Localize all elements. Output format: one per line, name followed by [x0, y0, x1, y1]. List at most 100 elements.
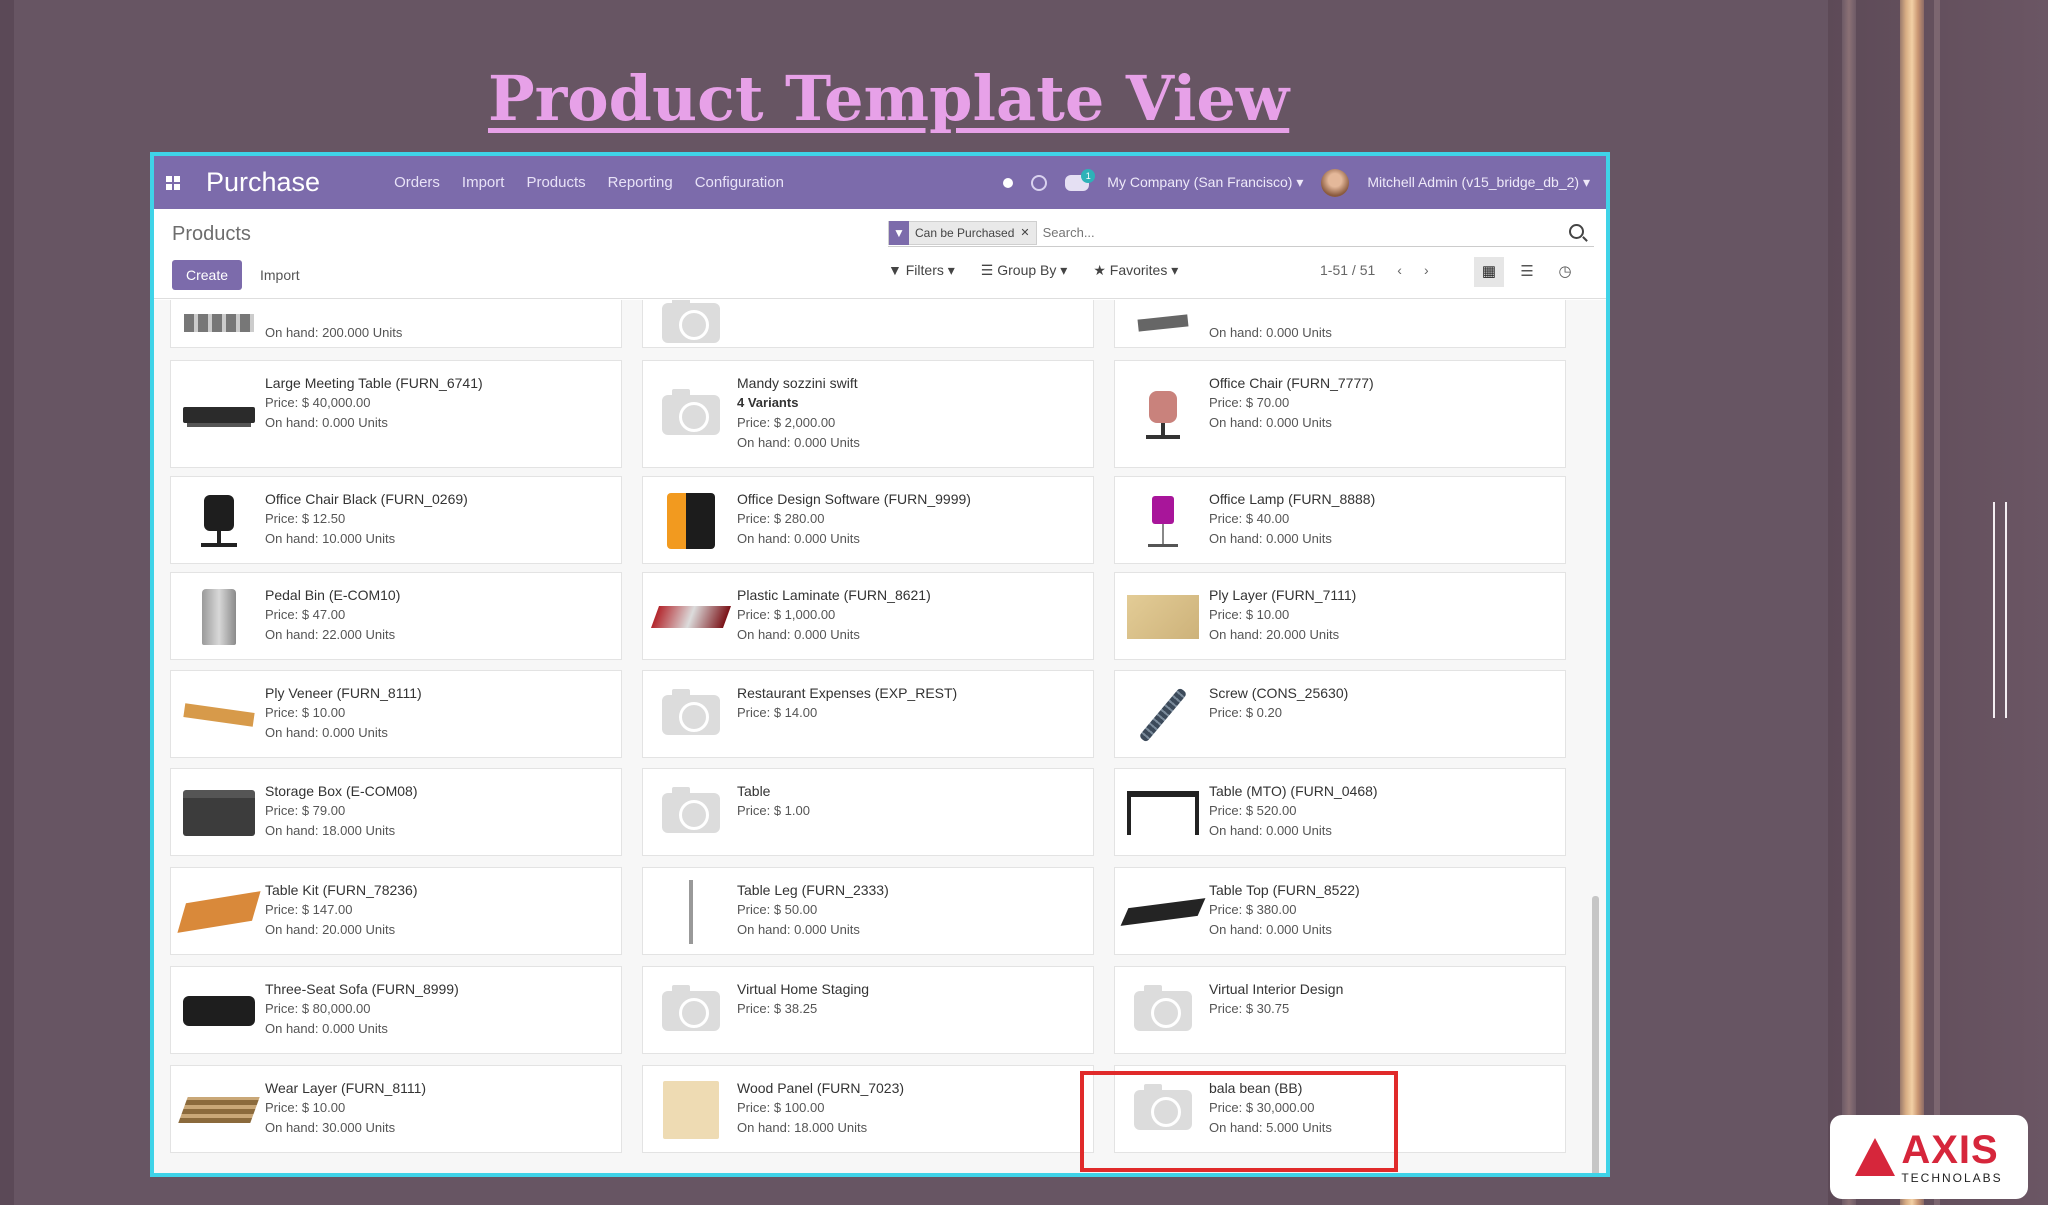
pager-previous-icon[interactable]: ‹: [1397, 262, 1402, 278]
search-facet[interactable]: ▼ Can be Purchased ✕: [888, 220, 1037, 245]
product-info: Mandy sozzini swift 4 Variants Price: $ 2,…: [737, 373, 1085, 453]
product-image: [1127, 685, 1199, 745]
product-card[interactable]: Virtual Interior Design Price: $ 30.75: [1114, 966, 1566, 1054]
kanban-view-icon[interactable]: ▦: [1474, 257, 1504, 287]
app-brand[interactable]: Purchase: [206, 167, 320, 198]
menu-import[interactable]: Import: [462, 174, 505, 191]
pager-next-icon[interactable]: ›: [1424, 262, 1429, 278]
product-info: Ply Layer (FURN_7111) Price: $ 10.00 On ha…: [1209, 585, 1557, 645]
pager-value[interactable]: 1-51 / 51: [1320, 262, 1375, 278]
menu-reporting[interactable]: Reporting: [608, 174, 673, 191]
product-card[interactable]: Ply Veneer (FURN_8111) Price: $ 10.00 On h…: [170, 670, 622, 758]
product-info: Table Kit (FURN_78236) Price: $ 147.00 On …: [265, 880, 613, 940]
product-card[interactable]: Screw (CONS_25630) Price: $ 0.20: [1114, 670, 1566, 758]
product-price: Price: $ 30.75: [1209, 1001, 1290, 1016]
company-name: My Company (San Francisco): [1107, 174, 1293, 190]
groupby-dropdown[interactable]: ☰ Group By ▾: [981, 262, 1068, 279]
menu-configuration[interactable]: Configuration: [695, 174, 784, 191]
product-card[interactable]: Table (MTO) (FURN_0468) Price: $ 520.00 On…: [1114, 768, 1566, 856]
activity-clock-icon[interactable]: [1031, 174, 1048, 191]
product-name: Restaurant Expenses (EXP_REST): [737, 685, 958, 701]
slide-decor-lines: [1993, 502, 2007, 718]
product-card[interactable]: [642, 300, 1094, 348]
highlight-box: [1080, 1071, 1398, 1172]
menu-products[interactable]: Products: [526, 174, 585, 191]
pager: 1-51 / 51 ‹ ›: [1320, 262, 1429, 278]
product-name: Office Lamp (FURN_8888): [1209, 491, 1376, 507]
product-card[interactable]: Pedal Bin (E-COM10) Price: $ 47.00 On hand…: [170, 572, 622, 660]
product-card[interactable]: Ply Layer (FURN_7111) Price: $ 10.00 On ha…: [1114, 572, 1566, 660]
product-info: Office Chair (FURN_7777) Price: $ 70.00 On…: [1209, 373, 1557, 433]
product-price: Price: $ 520.00: [1209, 803, 1297, 818]
product-info: Three-Seat Sofa (FURN_8999) Price: $ 80,0…: [265, 979, 613, 1039]
activity-view-icon[interactable]: ◷: [1550, 257, 1580, 287]
product-card[interactable]: Office Lamp (FURN_8888) Price: $ 40.00 On …: [1114, 476, 1566, 564]
user-avatar[interactable]: [1321, 168, 1350, 197]
scrollbar[interactable]: [1590, 316, 1600, 1173]
product-info: Restaurant Expenses (EXP_REST) Price: $ 1…: [737, 683, 1085, 723]
product-card[interactable]: Office Chair Black (FURN_0269) Price: $ 1…: [170, 476, 622, 564]
product-card[interactable]: Table Top (FURN_8522) Price: $ 380.00 On h…: [1114, 867, 1566, 955]
product-card[interactable]: Plastic Laminate (FURN_8621) Price: $ 1,0…: [642, 572, 1094, 660]
product-name: Three-Seat Sofa (FURN_8999): [265, 981, 459, 997]
import-button[interactable]: Import: [252, 260, 308, 290]
product-name: Storage Box (E-COM08): [265, 783, 418, 799]
company-switcher[interactable]: My Company (San Francisco) ▾: [1107, 174, 1303, 191]
product-name: Virtual Home Staging: [737, 981, 870, 997]
product-info: Table Leg (FURN_2333) Price: $ 50.00 On ha…: [737, 880, 1085, 940]
product-image: [183, 300, 255, 353]
product-card[interactable]: Wood Panel (FURN_7023) Price: $ 100.00 On …: [642, 1065, 1094, 1153]
product-card[interactable]: Virtual Home Staging Price: $ 38.25: [642, 966, 1094, 1054]
product-card[interactable]: Large Meeting Table (FURN_6741) Price: $ …: [170, 360, 622, 468]
product-info: Office Lamp (FURN_8888) Price: $ 40.00 On …: [1209, 489, 1557, 549]
product-name: Wood Panel (FURN_7023): [737, 1080, 905, 1096]
product-image: [183, 491, 255, 551]
product-card[interactable]: On hand: 200.000 Units: [170, 300, 622, 348]
product-info: Storage Box (E-COM08) Price: $ 79.00 On ha…: [265, 781, 613, 841]
product-image: [183, 587, 255, 647]
messaging-icon[interactable]: 1: [1065, 168, 1096, 191]
product-card[interactable]: Storage Box (E-COM08) Price: $ 79.00 On ha…: [170, 768, 622, 856]
product-card[interactable]: Restaurant Expenses (EXP_REST) Price: $ 1…: [642, 670, 1094, 758]
product-price: Price: $ 12.50: [265, 511, 346, 526]
product-on-hand: On hand: 0.000 Units: [265, 415, 388, 430]
product-info: Office Chair Black (FURN_0269) Price: $ 1…: [265, 489, 613, 549]
facet-label: Can be Purchased: [915, 225, 1015, 240]
product-card[interactable]: Wear Layer (FURN_8111) Price: $ 10.00 On h…: [170, 1065, 622, 1153]
product-card[interactable]: Three-Seat Sofa (FURN_8999) Price: $ 80,0…: [170, 966, 622, 1054]
search-icon[interactable]: [1569, 224, 1584, 239]
search-bar: ▼ Can be Purchased ✕: [888, 219, 1594, 247]
groupby-label: Group By: [997, 262, 1057, 278]
product-name: Screw (CONS_25630): [1209, 685, 1349, 701]
top-navbar: Purchase Orders Import Products Reportin…: [154, 156, 1606, 209]
view-switcher: ▦ ☰ ◷: [1474, 257, 1580, 287]
list-view-icon[interactable]: ☰: [1512, 257, 1542, 287]
product-on-hand: On hand: 0.000 Units: [737, 922, 860, 937]
product-card[interactable]: On hand: 0.000 Units: [1114, 300, 1566, 348]
scrollbar-thumb[interactable]: [1592, 896, 1599, 1173]
product-card[interactable]: Table Leg (FURN_2333) Price: $ 50.00 On ha…: [642, 867, 1094, 955]
product-price: Price: $ 1,000.00: [737, 607, 836, 622]
product-card[interactable]: Office Design Software (FURN_9999) Price:…: [642, 476, 1094, 564]
product-price: Price: $ 1.00: [737, 803, 810, 818]
product-name: Table: [737, 783, 771, 799]
status-dot-icon[interactable]: [1003, 177, 1014, 188]
menu-orders[interactable]: Orders: [394, 174, 440, 191]
product-info: Table (MTO) (FURN_0468) Price: $ 520.00 On…: [1209, 781, 1557, 841]
remove-facet-icon[interactable]: ✕: [1020, 226, 1035, 239]
create-button[interactable]: Create: [172, 260, 242, 290]
favorites-dropdown[interactable]: ★ Favorites ▾: [1093, 262, 1178, 279]
search-input[interactable]: [1042, 225, 1513, 240]
product-card[interactable]: Table Kit (FURN_78236) Price: $ 147.00 On …: [170, 867, 622, 955]
product-card[interactable]: Office Chair (FURN_7777) Price: $ 70.00 On…: [1114, 360, 1566, 468]
user-menu[interactable]: Mitchell Admin (v15_bridge_db_2) ▾: [1367, 174, 1590, 191]
product-image: [1127, 587, 1199, 647]
product-name: Table Top (FURN_8522): [1209, 882, 1360, 898]
apps-menu-icon[interactable]: [166, 175, 180, 190]
product-card[interactable]: Mandy sozzini swift 4 Variants Price: $ 2,…: [642, 360, 1094, 468]
product-info: Virtual Interior Design Price: $ 30.75: [1209, 979, 1557, 1019]
filters-dropdown[interactable]: ▼ Filters ▾: [888, 262, 955, 279]
product-card[interactable]: Table Price: $ 1.00: [642, 768, 1094, 856]
product-image: [655, 783, 727, 843]
product-name: Mandy sozzini swift: [737, 375, 858, 391]
